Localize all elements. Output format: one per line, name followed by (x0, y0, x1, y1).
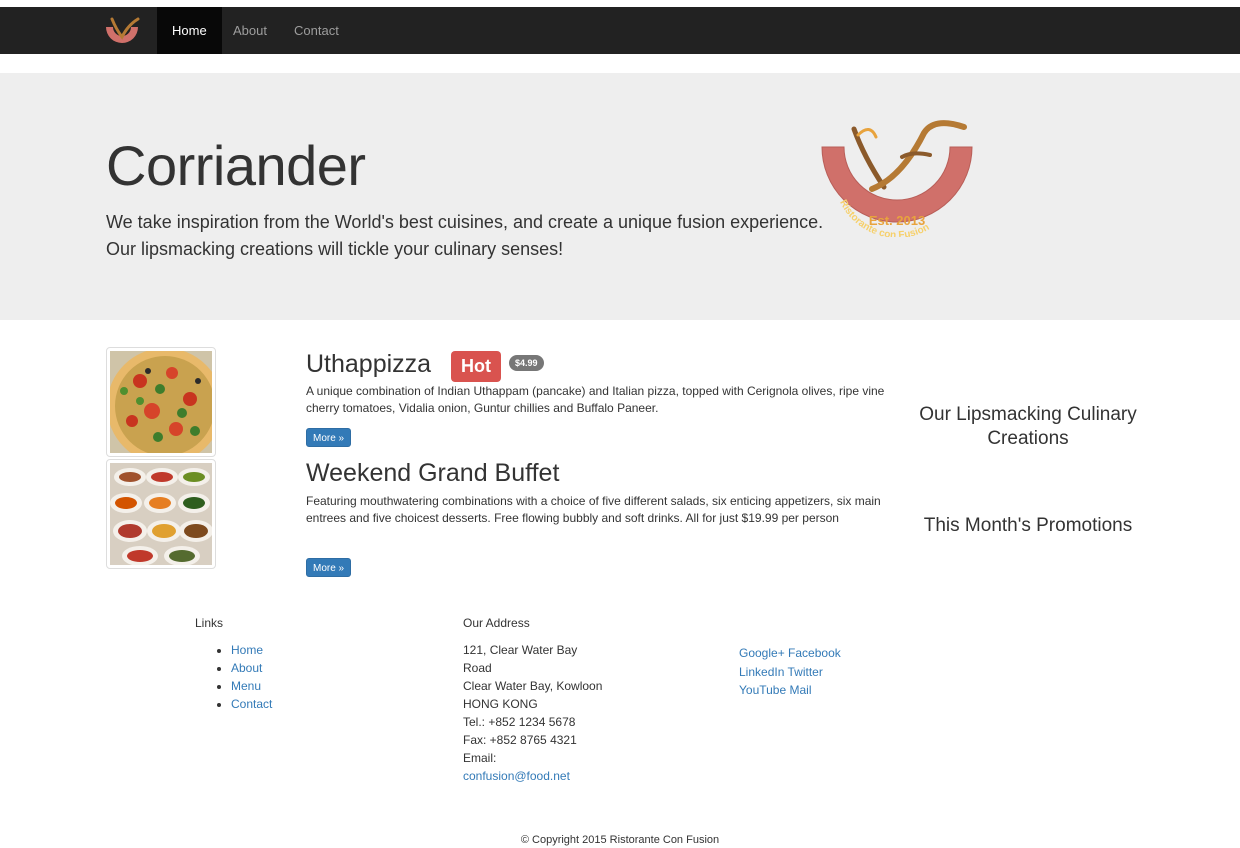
promotions-heading: This Month's Promotions (923, 515, 1133, 536)
footer-link-about[interactable]: About (231, 661, 262, 675)
culinary-creations-heading: Our Lipsmacking Culinary Creations (919, 404, 1137, 449)
footer-address-title: Our Address (463, 616, 530, 630)
dish-title-buffet: Weekend Grand Buffet (306, 459, 560, 487)
footer-link-item: Home (231, 641, 272, 659)
more-button-uthappizza[interactable]: More » (306, 428, 352, 447)
top-strip (0, 0, 1240, 7)
address-line: Tel.: +852 1234 5678 (463, 715, 576, 729)
logo-est-text: Est. 2013 (869, 213, 925, 228)
price-badge: $4.99 (509, 355, 544, 371)
nav-home[interactable]: Home (157, 7, 222, 54)
footer-link-contact[interactable]: Contact (231, 697, 272, 711)
dish-description-uthappizza: A unique combination of Indian Uthappam … (306, 384, 885, 415)
dish-title-uthappizza: Uthappizza (306, 350, 432, 378)
footer-link-menu[interactable]: Menu (231, 679, 261, 693)
brand-description: We take inspiration from the World's bes… (106, 212, 824, 259)
social-mail-link[interactable]: Mail (790, 683, 812, 697)
more-button-buffet[interactable]: More » (306, 558, 352, 577)
footer-link-item: About (231, 659, 272, 677)
copyright-text: © Copyright 2015 Ristorante Con Fusion (520, 834, 720, 846)
navbar-logo-icon[interactable] (102, 15, 142, 49)
restaurant-logo: Ristorante con Fusion Est. 2013 (821, 120, 973, 237)
footer-social-links: Google+ Facebook LinkedIn Twitter YouTub… (739, 644, 869, 700)
nav-contact[interactable]: Contact (279, 7, 354, 54)
social-facebook-link[interactable]: Facebook (788, 646, 841, 660)
hot-badge: Hot (451, 351, 501, 382)
address-line: Clear Water Bay, Kowloon (463, 679, 603, 693)
footer-link-home[interactable]: Home (231, 643, 263, 657)
address-line: Fax: +852 8765 4321 (463, 733, 577, 747)
navbar: Home About Contact (0, 7, 1240, 54)
footer-address: 121, Clear Water Bay Road Clear Water Ba… (463, 641, 603, 785)
footer-links-title: Links (195, 616, 224, 630)
address-line: HONG KONG (463, 697, 538, 711)
address-line: 121, Clear Water Bay Road (463, 643, 578, 675)
footer-link-item: Menu (231, 677, 272, 695)
social-linkedin-link[interactable]: LinkedIn (739, 665, 784, 679)
social-twitter-link[interactable]: Twitter (788, 665, 823, 679)
pizza-image (106, 347, 216, 457)
social-youtube-link[interactable]: YouTube (739, 683, 786, 697)
address-line: Email: (463, 751, 497, 765)
dish-description-buffet: Featuring mouthwatering combinations wit… (306, 494, 881, 525)
nav-about[interactable]: About (218, 7, 282, 54)
social-googleplus-link[interactable]: Google+ (739, 646, 785, 660)
email-link[interactable]: confusion@food.net (463, 769, 570, 783)
jumbotron: Corriander We take inspiration from the … (0, 73, 1240, 320)
footer-link-item: Contact (231, 695, 272, 713)
footer-links-list: Home About Menu Contact (214, 641, 272, 713)
buffet-image (106, 459, 216, 569)
brand-title: Corriander (106, 134, 366, 197)
